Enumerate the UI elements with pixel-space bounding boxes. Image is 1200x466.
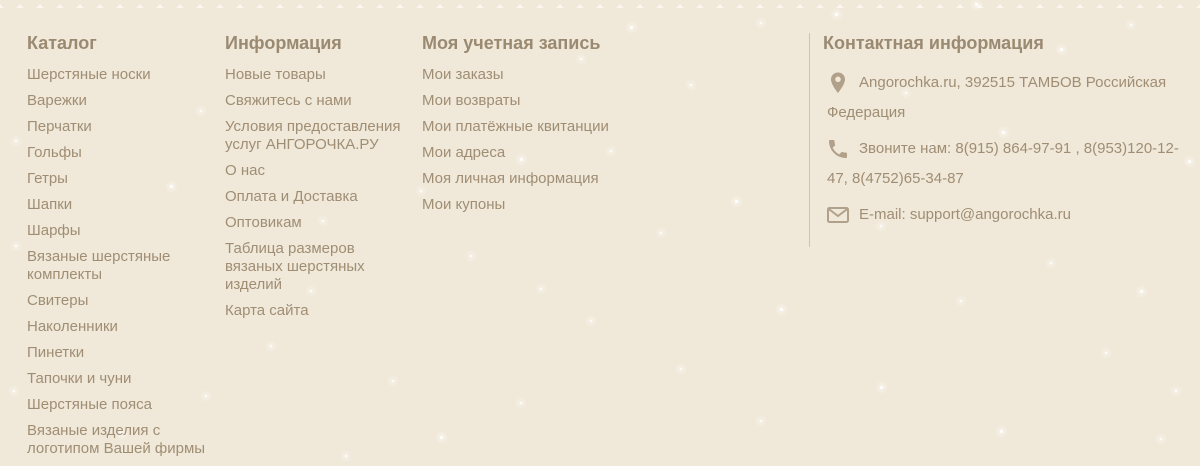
info-item-about[interactable]: О нас [225,162,405,180]
sparkle-dot [780,308,783,311]
contact-column: Контактная информация Angorochka.ru, 392… [823,33,1183,230]
account-item-orders[interactable]: Мои заказы [422,66,662,84]
sparkle-dot [345,455,347,457]
information-list: Новые товары Свяжитесь с нами Условия пр… [225,66,405,320]
sparkle-dot [760,22,762,24]
sparkle-dot [880,386,883,389]
catalog-item-knee-socks[interactable]: Гольфы [27,144,212,162]
catalog-item-leg-warmers[interactable]: Гетры [27,170,212,188]
sparkle-dot [520,402,522,404]
sparkle-dot [680,368,682,370]
info-item-terms[interactable]: Условия предоставления услуг АНГОРОЧКА.Р… [225,118,405,154]
sparkle-dot [392,380,394,382]
info-item-sitemap[interactable]: Карта сайта [225,302,405,320]
account-item-coupons[interactable]: Мои купоны [422,196,662,214]
information-column: Информация Новые товары Свяжитесь с нами… [225,33,405,328]
info-item-new-products[interactable]: Новые товары [225,66,405,84]
sparkle-dot [1000,430,1003,433]
catalog-item-hats[interactable]: Шапки [27,196,212,214]
envelope-icon [826,203,850,227]
sparkle-dot [960,300,962,302]
contact-address-row: Angorochka.ru, 392515 ТАМБОВ Российская … [823,68,1183,128]
sparkle-dot [15,140,17,142]
account-item-returns[interactable]: Мои возвраты [422,92,662,110]
contact-phone-row: Звоните нам: 8(915) 864-97-91 , 8(953)12… [823,134,1183,194]
sparkle-dot [1105,352,1107,354]
account-item-addresses[interactable]: Мои адреса [422,144,662,162]
scalloped-top-border [0,0,1200,22]
sparkle-dot [1130,24,1132,26]
sparkle-dot [270,345,272,347]
sparkle-dot [660,232,662,234]
account-item-personal-info[interactable]: Моя личная информация [422,170,662,188]
sparkle-dot [630,26,633,29]
catalog-item-knitted-sets[interactable]: Вязаные шерстяные комплекты [27,248,212,284]
sparkle-dot [470,255,472,257]
catalog-heading: Каталог [27,33,97,53]
account-list: Мои заказы Мои возвраты Мои платёжные кв… [422,66,662,214]
sparkle-dot [440,436,443,439]
catalog-column: Каталог Шерстяные носки Варежки Перчатки… [27,33,212,466]
sparkle-dot [540,288,542,290]
catalog-list: Шерстяные носки Варежки Перчатки Гольфы … [27,66,212,458]
column-divider [809,33,810,247]
account-heading: Моя учетная запись [422,33,601,53]
sparkle-dot [1160,438,1162,440]
info-item-payment-delivery[interactable]: Оплата и Доставка [225,188,405,206]
info-item-size-chart[interactable]: Таблица размеров вязаных шерстяных издел… [225,240,405,294]
contact-email-row: E-mail: support@angorochka.ru [823,200,1183,230]
sparkle-dot [690,84,692,86]
catalog-item-logo-knitwear[interactable]: Вязаные изделия с логотипом Вашей фирмы [27,422,212,458]
sparkle-dot [1175,390,1177,392]
contact-email-link[interactable]: support@angorochka.ru [910,206,1071,223]
information-heading: Информация [225,33,342,53]
map-marker-icon [826,71,850,95]
catalog-item-slippers[interactable]: Тапочки и чуни [27,370,212,388]
account-item-receipts[interactable]: Мои платёжные квитанции [422,118,662,136]
sparkle-dot [15,245,17,247]
account-column: Моя учетная запись Мои заказы Мои возвра… [422,33,662,222]
sparkle-dot [590,320,592,322]
sparkle-dot [13,390,15,392]
contact-heading: Контактная информация [823,33,1044,53]
sparkle-dot [1050,262,1052,264]
catalog-item-scarves[interactable]: Шарфы [27,222,212,240]
info-item-wholesale[interactable]: Оптовикам [225,214,405,232]
catalog-item-knee-pads[interactable]: Наколенники [27,318,212,336]
catalog-item-mittens[interactable]: Варежки [27,92,212,110]
info-item-contact-us[interactable]: Свяжитесь с нами [225,92,405,110]
sparkle-dot [1188,160,1191,163]
sparkle-dot [760,420,762,422]
catalog-item-booties[interactable]: Пинетки [27,344,212,362]
sparkle-dot [1140,290,1143,293]
phone-icon [826,137,850,161]
sparkle-dot [735,200,738,203]
catalog-item-wool-belts[interactable]: Шерстяные пояса [27,396,212,414]
catalog-item-sweaters[interactable]: Свитеры [27,292,212,310]
catalog-item-wool-socks[interactable]: Шерстяные носки [27,66,212,84]
catalog-item-gloves[interactable]: Перчатки [27,118,212,136]
contact-address-text: Angorochka.ru, 392515 ТАМБОВ Российская … [827,74,1167,121]
